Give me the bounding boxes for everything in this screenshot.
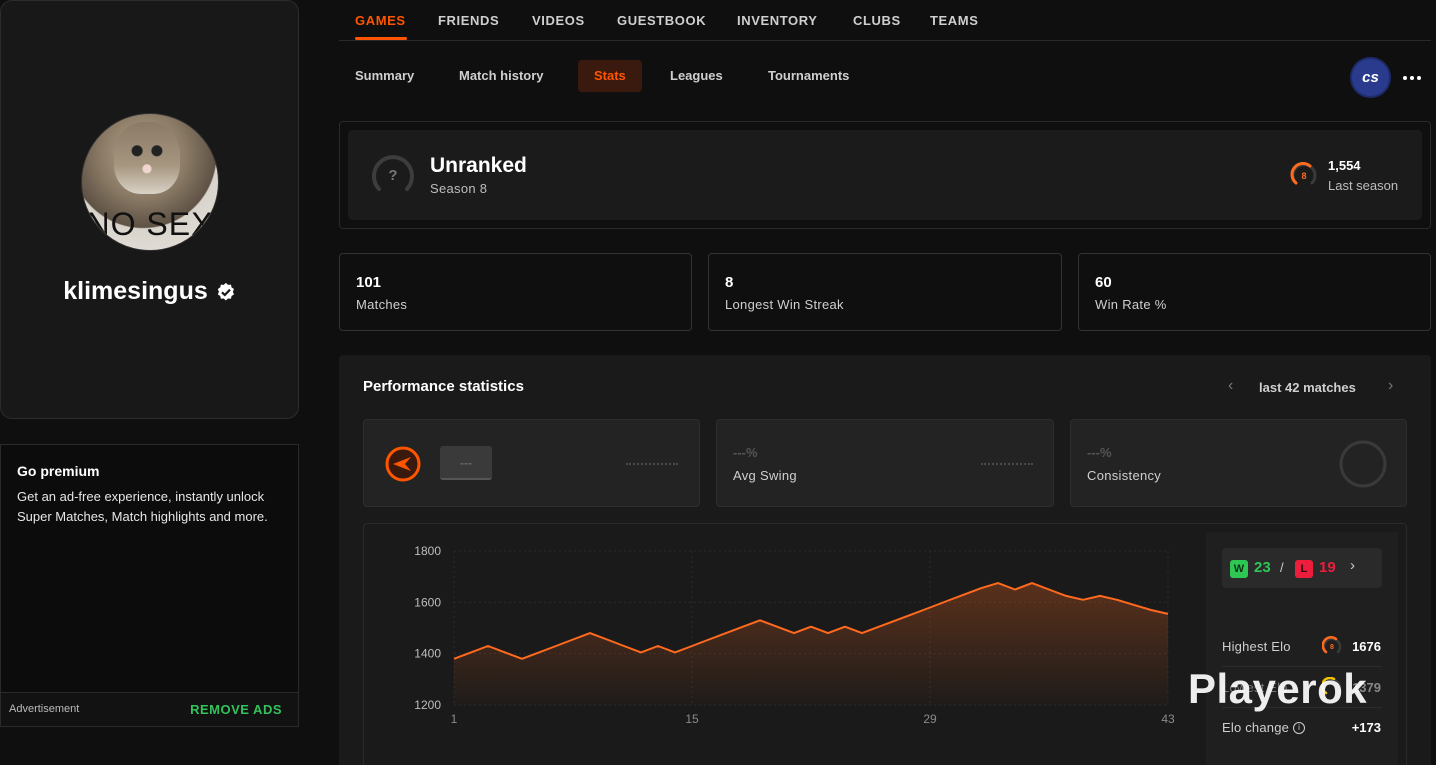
metric-value-box: --- xyxy=(440,446,492,480)
x-tick-label: 15 xyxy=(685,712,699,726)
metric-card-consistency: ---% Consistency xyxy=(1070,419,1407,507)
top-nav: GAMES FRIENDS VIDEOS GUESTBOOK INVENTORY… xyxy=(339,0,1431,41)
tab-inventory[interactable]: INVENTORY xyxy=(737,13,818,28)
loss-count: 19 xyxy=(1319,559,1336,576)
subtab-match-history[interactable]: Match history xyxy=(443,60,560,92)
stat-label: Longest Win Streak xyxy=(725,297,844,312)
elo-change-value: +173 xyxy=(1351,720,1381,735)
metric-label: Avg Swing xyxy=(733,468,797,483)
premium-text: Get an ad-free experience, instantly unl… xyxy=(17,489,268,524)
metric-placeholder-dots xyxy=(981,463,1033,465)
y-tick-label: 1400 xyxy=(414,647,441,661)
stat-card-win-rate: 60 Win Rate % xyxy=(1078,253,1431,331)
loss-badge: L xyxy=(1295,560,1313,578)
chevron-right-icon: › xyxy=(1350,557,1355,574)
tab-clubs[interactable]: CLUBS xyxy=(853,13,901,28)
y-tick-label: 1800 xyxy=(414,544,441,558)
subtab-summary[interactable]: Summary xyxy=(339,60,430,92)
chevron-left-icon[interactable]: ‹ xyxy=(1228,377,1233,395)
highest-elo-label: Highest Elo xyxy=(1222,639,1291,654)
chevron-right-icon[interactable]: › xyxy=(1388,377,1393,395)
verified-icon xyxy=(217,282,234,300)
active-tab-indicator xyxy=(355,37,407,40)
tab-games[interactable]: GAMES xyxy=(355,13,406,28)
tab-guestbook[interactable]: GUESTBOOK xyxy=(617,13,706,28)
skill-level-unknown-icon: ? xyxy=(372,155,414,191)
tab-teams[interactable]: TEAMS xyxy=(930,13,979,28)
compass-icon xyxy=(385,446,421,482)
tab-friends[interactable]: FRIENDS xyxy=(438,13,499,28)
premium-title: Go premium xyxy=(17,463,100,479)
elo-change-label: Elo change i xyxy=(1222,720,1306,735)
stat-card-matches: 101 Matches xyxy=(339,253,692,331)
advertisement-label: Advertisement xyxy=(9,703,80,715)
game-selector-cs-icon[interactable]: cs xyxy=(1350,57,1391,98)
x-tick-label: 29 xyxy=(923,712,937,726)
skill-level-8-icon: 8 xyxy=(1290,162,1317,185)
premium-card: Go premium Get an ad-free experience, in… xyxy=(0,444,299,727)
metric-card-1: --- xyxy=(363,419,700,507)
rank-season: Season 8 xyxy=(430,181,488,196)
subtab-stats[interactable]: Stats xyxy=(578,60,642,92)
stat-value: 8 xyxy=(725,274,734,291)
y-tick-label: 1200 xyxy=(414,698,441,712)
x-tick-label: 43 xyxy=(1161,712,1175,726)
stat-label: Win Rate % xyxy=(1095,297,1167,312)
stat-value: 101 xyxy=(356,274,382,291)
skill-level-8-icon: 8 xyxy=(1322,636,1342,654)
profile-card: NO SEX klimesingus xyxy=(0,0,299,419)
stat-card-longest-win-streak: 8 Longest Win Streak xyxy=(708,253,1062,331)
rank-title: Unranked xyxy=(430,154,527,177)
metric-label: Consistency xyxy=(1087,468,1162,483)
last-season-elo: 1,554 xyxy=(1328,158,1361,173)
page: NO SEX klimesingus Go premium Get an ad-… xyxy=(0,0,1436,765)
avatar-cat-image xyxy=(114,122,180,194)
info-icon[interactable]: i xyxy=(1293,722,1306,734)
win-count: 23 xyxy=(1254,559,1271,576)
subtab-leagues[interactable]: Leagues xyxy=(654,60,739,92)
avatar[interactable]: NO SEX xyxy=(81,113,219,251)
highest-level-text: 8 xyxy=(1330,644,1334,651)
watermark-logo: Playerok xyxy=(1188,665,1368,712)
remove-ads-button[interactable]: REMOVE ADS xyxy=(190,702,282,717)
stat-label: Matches xyxy=(356,297,408,312)
y-tick-label: 1600 xyxy=(414,595,441,609)
tab-videos[interactable]: VIDEOS xyxy=(532,13,585,28)
win-loss-separator: / xyxy=(1280,560,1284,575)
metric-card-avg-swing: ---% Avg Swing xyxy=(716,419,1054,507)
avatar-caption: NO SEX xyxy=(86,206,214,242)
metric-placeholder-dots xyxy=(626,463,678,465)
win-loss-button[interactable]: W 23 / L 19 › xyxy=(1222,548,1382,588)
elo-change-text: Elo change xyxy=(1222,720,1290,735)
subtab-tournaments[interactable]: Tournaments xyxy=(752,60,865,92)
highest-elo-value: 1676 xyxy=(1352,639,1381,654)
rank-icon-symbol: ? xyxy=(388,167,397,184)
last-season-label: Last season xyxy=(1328,178,1399,193)
username: klimesingus xyxy=(63,277,208,305)
metric-value: --- xyxy=(460,456,472,470)
metric-value: ---% xyxy=(733,445,758,460)
last-level-text: 8 xyxy=(1301,171,1306,181)
elo-chart: 1200 1400 1600 1800 1 15 29 43 xyxy=(414,544,1175,726)
match-range-label: last 42 matches xyxy=(1259,380,1356,395)
performance-title: Performance statistics xyxy=(363,378,524,395)
stat-value: 60 xyxy=(1095,274,1112,291)
username-row: klimesingus xyxy=(1,277,298,306)
sub-nav: Summary Match history Stats Leagues Tour… xyxy=(339,60,1431,94)
premium-footer: Advertisement REMOVE ADS xyxy=(1,692,298,726)
more-options-button[interactable] xyxy=(1400,66,1424,90)
x-tick-label: 1 xyxy=(451,712,458,726)
win-badge: W xyxy=(1230,560,1248,578)
metric-value: ---% xyxy=(1087,445,1112,460)
consistency-ring-icon xyxy=(1339,440,1387,488)
